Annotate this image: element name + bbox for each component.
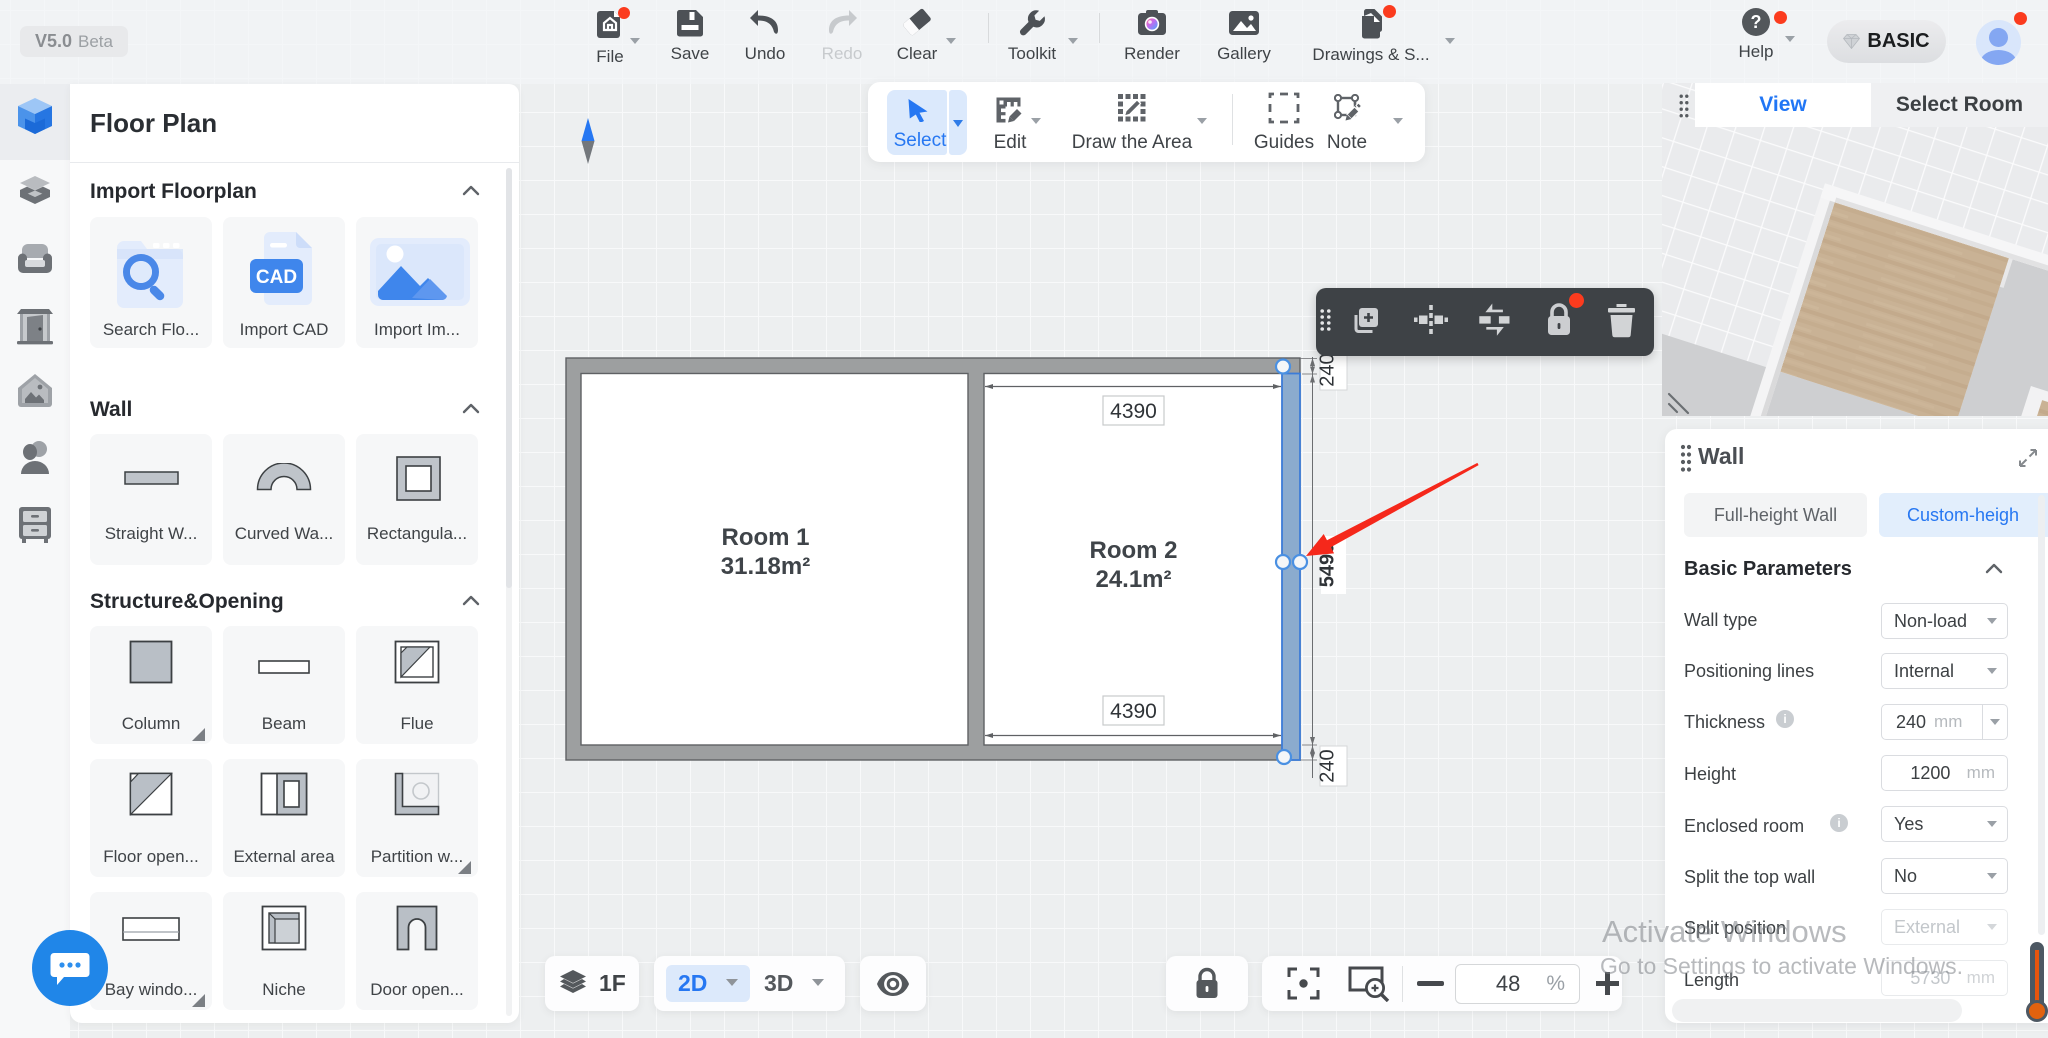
svg-text:4390: 4390 [1110,700,1157,723]
svg-text:CAD: CAD [256,267,297,288]
svg-text:Room 2: Room 2 [1089,537,1177,564]
svg-text:24.1m²: 24.1m² [1095,566,1171,593]
svg-text:Room 1: Room 1 [721,524,809,551]
svg-text:4390: 4390 [1110,400,1157,423]
svg-text:240: 240 [1317,749,1339,782]
svg-text:240: 240 [1317,353,1339,386]
svg-text:31.18m²: 31.18m² [721,553,810,580]
